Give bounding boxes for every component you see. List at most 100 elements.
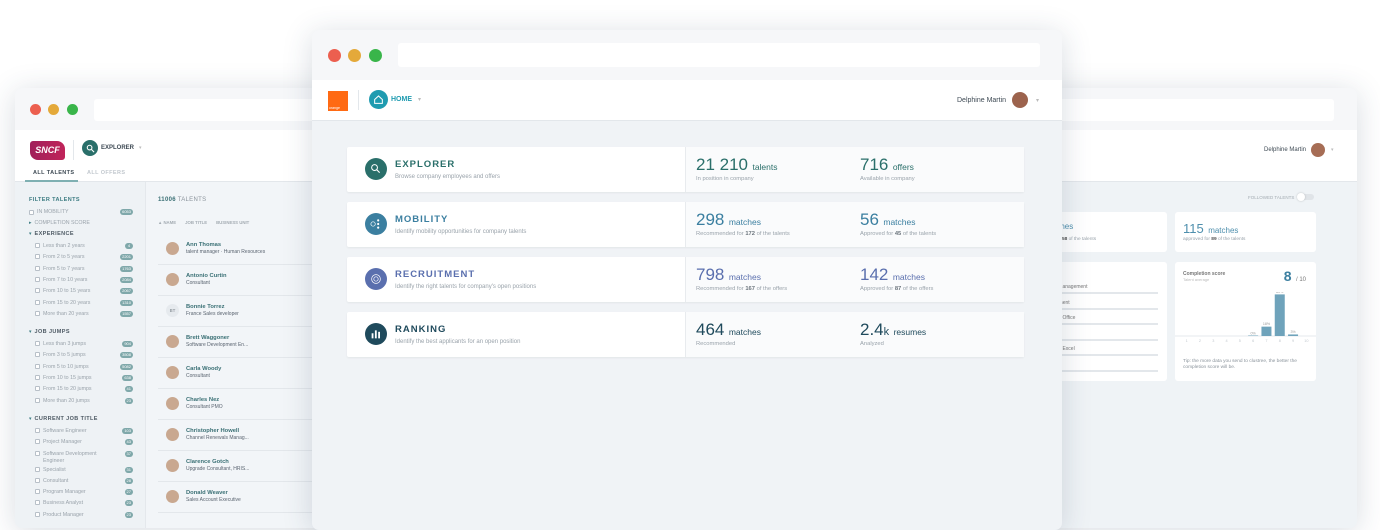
talent-name[interactable]: Donald Weaver xyxy=(186,490,228,496)
talent-name[interactable]: Christopher Howell xyxy=(186,428,239,434)
talent-name[interactable]: Carla Woody xyxy=(186,366,221,372)
talent-name[interactable]: Brett Waggoner xyxy=(186,335,229,341)
filter-option-label: Specialist xyxy=(43,466,66,473)
orange-logo: orange xyxy=(328,91,348,111)
stat-value: 716 xyxy=(860,155,889,174)
x-tick-label: 1 xyxy=(1186,339,1188,343)
filter-option[interactable]: From 3 to 5 jumps 3508 xyxy=(35,352,133,359)
talent-name[interactable]: Clarence Gotch xyxy=(186,459,229,465)
module-description: Identify the right talents for company's… xyxy=(395,284,537,290)
address-bar[interactable] xyxy=(398,43,1040,67)
close-window-button[interactable] xyxy=(30,104,41,115)
talent-name[interactable]: Antonio Curtin xyxy=(186,273,227,279)
module-description: Identify the best applicants for an open… xyxy=(395,339,521,345)
checkbox[interactable] xyxy=(35,489,40,495)
checkbox[interactable] xyxy=(35,427,40,433)
filter-option[interactable]: From 7 to 10 years 2084 xyxy=(35,276,133,283)
checkbox[interactable] xyxy=(35,243,40,248)
talent-title: Upgrade Consultant, HRIS... xyxy=(186,466,250,472)
maximize-window-button[interactable] xyxy=(369,49,382,62)
module-description: Browse company employees and offers xyxy=(395,174,500,180)
filter-option[interactable]: Software Engineer 103 xyxy=(35,427,133,434)
module-switcher[interactable]: EXPLORER ▾ xyxy=(82,140,142,156)
filter-option[interactable]: Business Analyst 23 xyxy=(35,500,133,507)
talent-title: Software Development En... xyxy=(186,342,249,348)
module-stats: 298 matches Recommended for 172 of the ta… xyxy=(685,202,1024,247)
stat-value: 298 xyxy=(696,210,725,229)
close-window-button[interactable] xyxy=(328,49,341,62)
checkbox[interactable] xyxy=(35,276,40,282)
filter-option[interactable]: Software Development Engineer 37 xyxy=(35,450,133,467)
talent-name[interactable]: Charles Nez xyxy=(186,397,219,403)
filter-option[interactable]: Less than 3 jumps 904 xyxy=(35,341,133,348)
divider xyxy=(358,90,359,110)
talent-title: Consultant xyxy=(186,373,210,379)
checkbox[interactable] xyxy=(35,363,40,369)
column-name[interactable]: ▲ NAME xyxy=(158,220,176,225)
checkbox[interactable] xyxy=(35,477,40,483)
checkbox[interactable] xyxy=(35,500,40,506)
checkbox[interactable] xyxy=(35,466,40,472)
filter-option[interactable]: From 2 to 5 years 2201 xyxy=(35,254,133,261)
checkbox[interactable] xyxy=(35,310,40,316)
checkbox[interactable] xyxy=(35,288,40,294)
checkbox[interactable] xyxy=(35,439,40,445)
minimize-window-button[interactable] xyxy=(348,49,361,62)
module-switcher[interactable]: HOME ▾ xyxy=(369,90,421,109)
checkbox[interactable] xyxy=(29,209,34,215)
followed-talents-toggle[interactable] xyxy=(1297,193,1315,201)
checkbox[interactable] xyxy=(35,397,40,403)
stat-unit: offers xyxy=(892,162,914,172)
tab-all-talents[interactable]: ALL TALENTS xyxy=(33,170,74,176)
filter-option[interactable]: Project Manager 43 xyxy=(35,439,133,446)
maximize-window-button[interactable] xyxy=(67,104,78,115)
checkbox[interactable] xyxy=(35,375,40,380)
checkbox[interactable] xyxy=(35,352,40,358)
filter-option[interactable]: Product Manager 23 xyxy=(35,511,133,518)
minimize-window-button[interactable] xyxy=(48,104,59,115)
module-card-mobility[interactable]: MOBILITY Identify mobility opportunities… xyxy=(347,202,1024,247)
user-menu[interactable]: Delphine Martin ▾ xyxy=(1264,143,1334,157)
filter-group-2[interactable]: ▾ CURRENT JOB TITLE xyxy=(29,416,149,422)
column-job-title[interactable]: JOB TITLE xyxy=(185,220,207,225)
column-business-unit[interactable]: BUSINESS UNIT xyxy=(216,220,249,225)
title-bar xyxy=(312,30,1062,80)
filter-group-title: EXPERIENCE xyxy=(34,231,74,237)
filter-option-label: From 2 to 5 years xyxy=(43,254,85,261)
filter-option[interactable]: From 5 to 10 jumps 5082 xyxy=(35,363,133,370)
module-card-recruitment[interactable]: RECRUITMENT Identify the right talents f… xyxy=(347,257,1024,302)
filter-option[interactable]: From 5 to 7 years 1763 xyxy=(35,265,133,272)
filter-option[interactable]: From 15 to 20 jumps 41 xyxy=(35,386,133,393)
filter-option[interactable]: Program Manager 27 xyxy=(35,489,133,496)
user-menu[interactable]: Delphine Martin ▾ xyxy=(957,92,1039,108)
talent-name[interactable]: Ann Thomas xyxy=(186,242,221,248)
avatar xyxy=(166,428,179,441)
checkbox[interactable] xyxy=(35,254,40,260)
talent-name[interactable]: Bonnie Torrez xyxy=(186,304,225,310)
checkbox[interactable] xyxy=(35,341,40,347)
filter-group-1[interactable]: ▾ JOB JUMPS xyxy=(29,329,149,335)
checkbox[interactable] xyxy=(35,299,40,305)
filter-option[interactable]: From 15 to 20 years 1310 xyxy=(35,299,133,306)
filter-option-label: Less than 3 jumps xyxy=(43,341,86,348)
checkbox[interactable] xyxy=(35,511,40,517)
filter-option[interactable]: More than 20 jumps 23 xyxy=(35,397,133,404)
module-label: HOME xyxy=(391,96,412,103)
filter-option[interactable]: Less than 2 years 4 xyxy=(35,243,133,249)
module-card-explorer[interactable]: EXPLORER Browse company employees and of… xyxy=(347,147,1024,192)
filter-option[interactable]: Consultant 28 xyxy=(35,477,133,484)
filter-group-0[interactable]: ▾ EXPERIENCE xyxy=(29,231,149,237)
stat-unit: matches xyxy=(892,272,925,282)
filter-option[interactable]: Specialist 31 xyxy=(35,466,133,473)
filter-option[interactable]: More than 20 years 1557 xyxy=(35,310,133,317)
checkbox[interactable] xyxy=(35,450,40,456)
tab-all-offers[interactable]: ALL OFFERS xyxy=(87,170,125,176)
checkbox[interactable] xyxy=(35,386,40,392)
filter-completion-score[interactable]: ▸ COMPLETION SCORE xyxy=(29,220,149,226)
filter-option[interactable]: From 10 to 15 jumps 638 xyxy=(35,375,133,381)
filter-option[interactable]: From 10 to 15 years 2067 xyxy=(35,288,133,295)
checkbox[interactable] xyxy=(35,265,40,271)
followed-talents-filter: FOLLOWED TALENTS xyxy=(1248,193,1315,201)
module-card-ranking[interactable]: RANKING Identify the best applicants for… xyxy=(347,312,1024,357)
filter-in-mobility[interactable]: IN MOBILITY 6053 xyxy=(29,209,133,215)
